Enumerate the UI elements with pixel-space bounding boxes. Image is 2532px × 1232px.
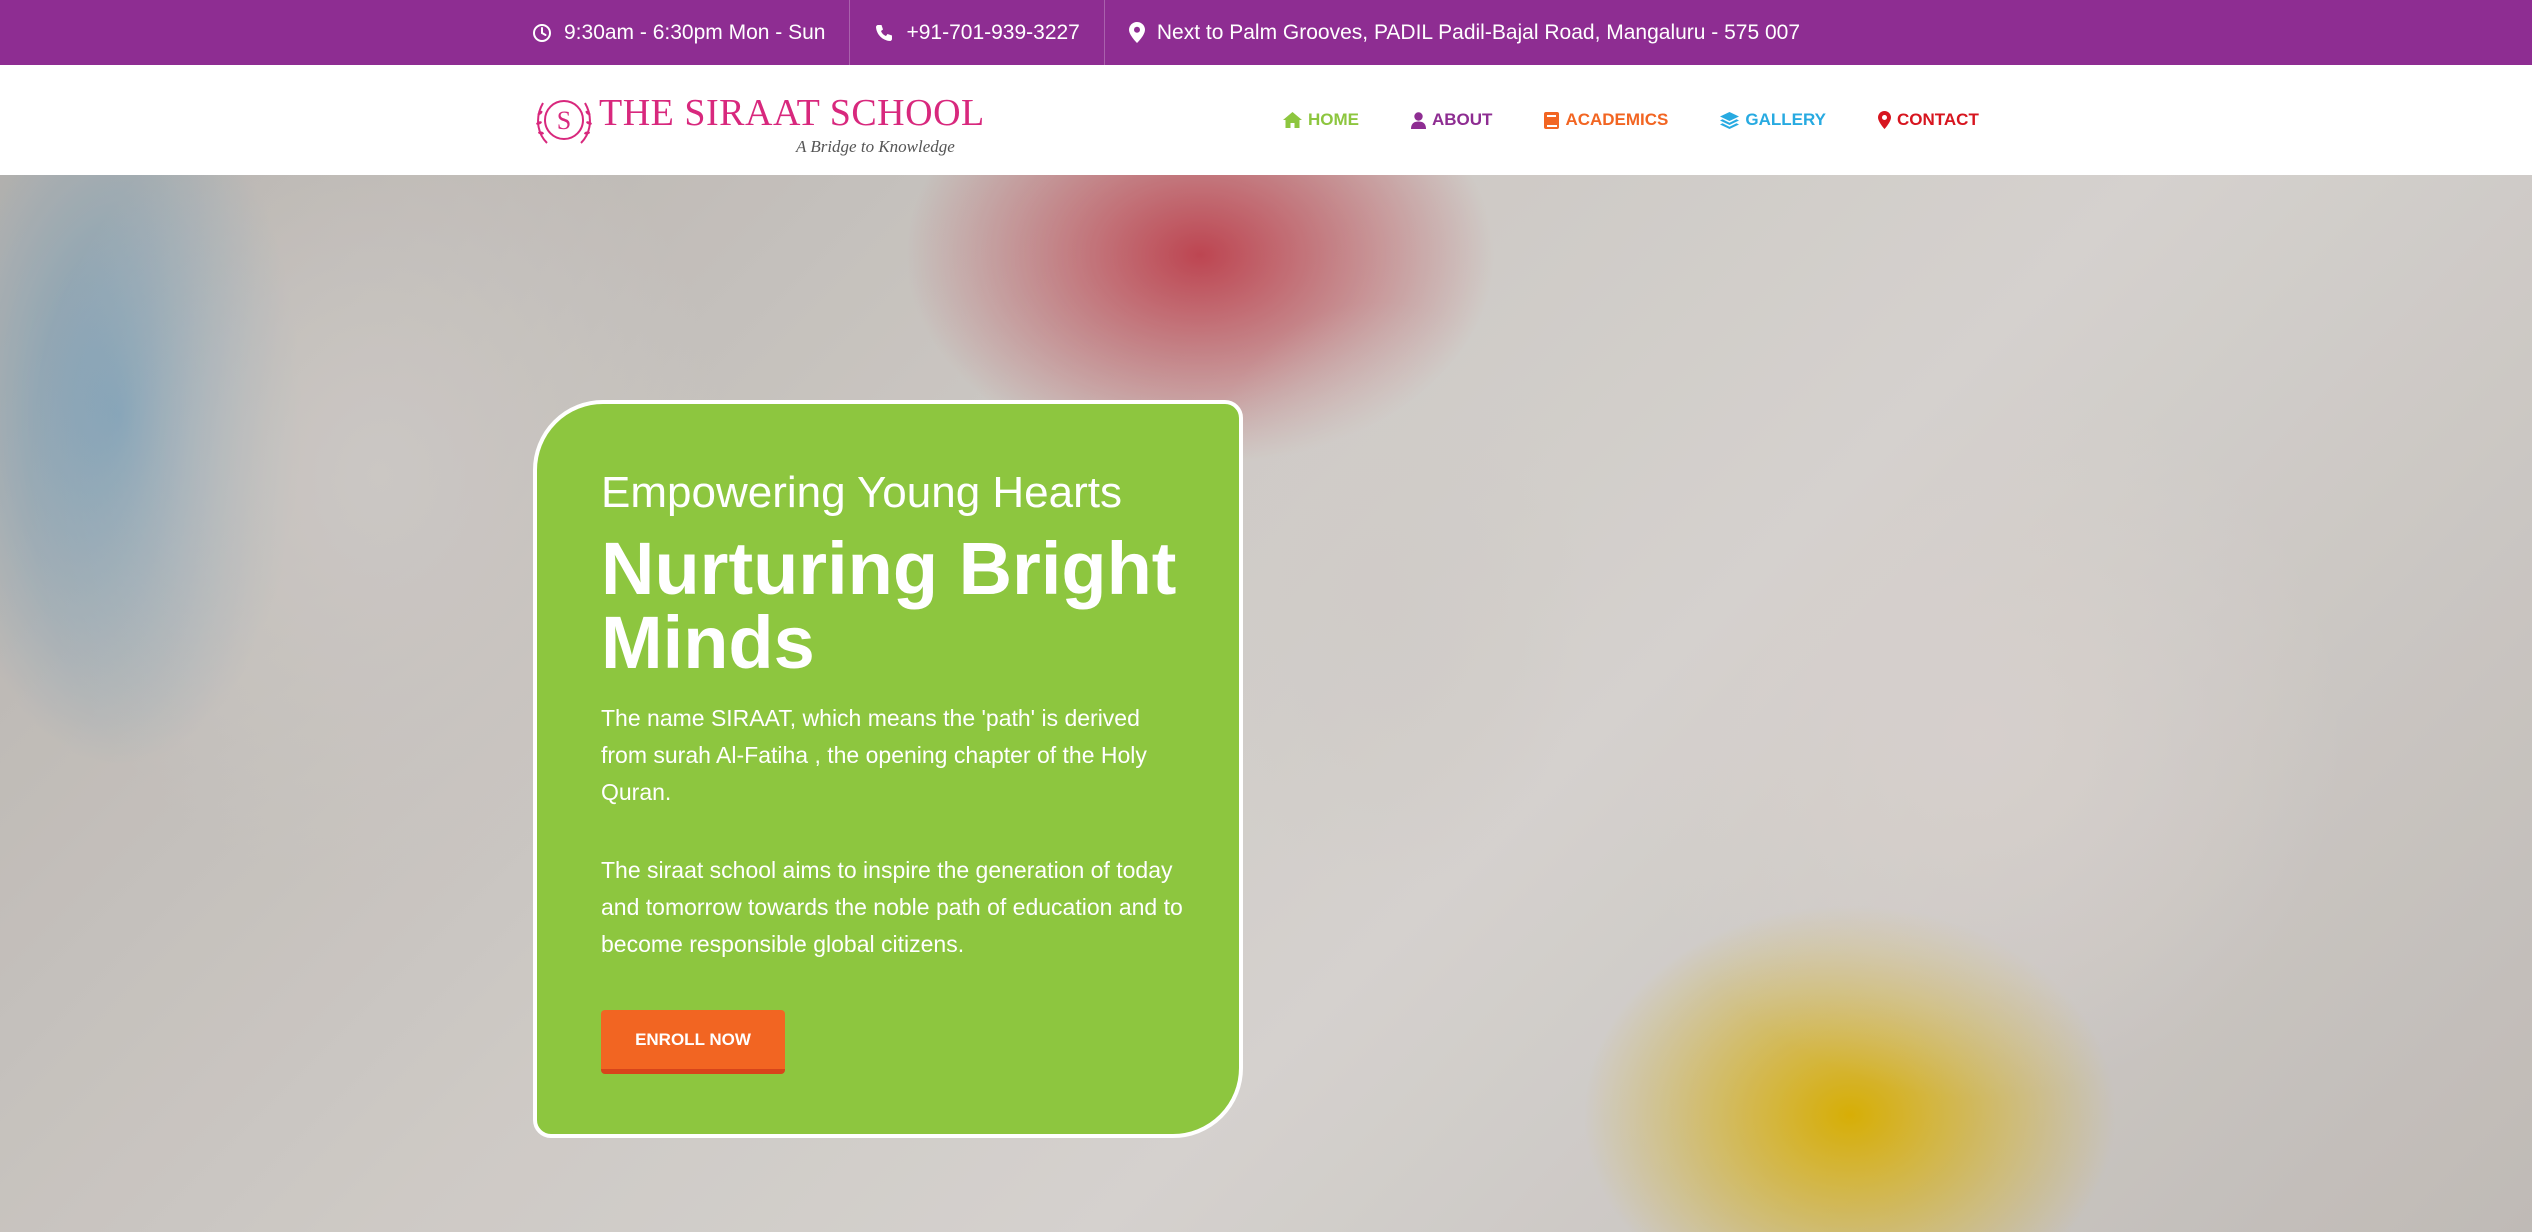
nav-gallery-label: GALLERY	[1745, 110, 1826, 129]
nav-contact-label: CONTACT	[1897, 110, 1979, 129]
layers-icon	[1720, 111, 1740, 129]
nav-academics[interactable]: ACADEMICS	[1544, 110, 1668, 130]
address-info: Next to Palm Grooves, PADIL Padil-Bajal …	[1103, 0, 1824, 65]
school-name: THE SIRAAT SCHOOL	[599, 92, 985, 134]
school-logo[interactable]: S THE SIRAAT SCHOOL A Bridge to Knowledg…	[533, 85, 984, 157]
school-tagline: A Bridge to Knowledge	[796, 137, 955, 156]
site-header: S THE SIRAAT SCHOOL A Bridge to Knowledg…	[0, 65, 2532, 175]
nav-about-label: ABOUT	[1432, 110, 1493, 129]
hero-background-photo	[0, 175, 2532, 1232]
nav-home-label: HOME	[1308, 110, 1359, 129]
nav-academics-label: ACADEMICS	[1565, 110, 1669, 129]
top-info-bar-inner: 9:30am - 6:30pm Mon - Sun +91-701-939-32…	[532, 0, 1824, 65]
book-icon	[1544, 111, 1560, 129]
nav-gallery[interactable]: GALLERY	[1720, 110, 1826, 130]
nav-home[interactable]: HOME	[1283, 110, 1359, 130]
nav-contact[interactable]: CONTACT	[1878, 110, 1979, 130]
emblem-letter: S	[557, 106, 571, 135]
phone-icon	[876, 24, 893, 41]
map-marker-icon	[1878, 111, 1891, 129]
hero-card: Empowering Young Hearts Nurturing Bright…	[533, 400, 1243, 1138]
phone-info[interactable]: +91-701-939-3227	[849, 0, 1103, 65]
nav-about[interactable]: ABOUT	[1411, 110, 1492, 130]
main-navigation: HOME ABOUT ACADEMICS GALLERY CONTACT	[1283, 105, 1979, 135]
hero-paragraph-2: The siraat school aims to inspire the ge…	[601, 857, 1183, 957]
hero-pretitle: Empowering Young Hearts	[601, 468, 1122, 517]
home-icon	[1283, 112, 1302, 128]
hero-section: Empowering Young Hearts Nurturing Bright…	[0, 175, 2532, 1232]
phone-text[interactable]: +91-701-939-3227	[906, 21, 1079, 45]
laurel-emblem-icon: S	[536, 100, 592, 144]
hours-text: 9:30am - 6:30pm Mon - Sun	[564, 20, 826, 44]
clock-icon	[533, 23, 551, 42]
user-icon	[1411, 111, 1426, 129]
hours-info: 9:30am - 6:30pm Mon - Sun	[532, 0, 849, 65]
map-pin-icon	[1128, 22, 1145, 43]
top-info-bar: 9:30am - 6:30pm Mon - Sun +91-701-939-32…	[0, 0, 2532, 65]
hero-paragraph-1: The name SIRAAT, which means the 'path' …	[601, 705, 1147, 805]
hero-title: Nurturing Bright Minds	[601, 527, 1177, 684]
address-text: Next to Palm Grooves, PADIL Padil-Bajal …	[1156, 20, 1801, 44]
enroll-now-button[interactable]: ENROLL NOW	[601, 1010, 785, 1074]
